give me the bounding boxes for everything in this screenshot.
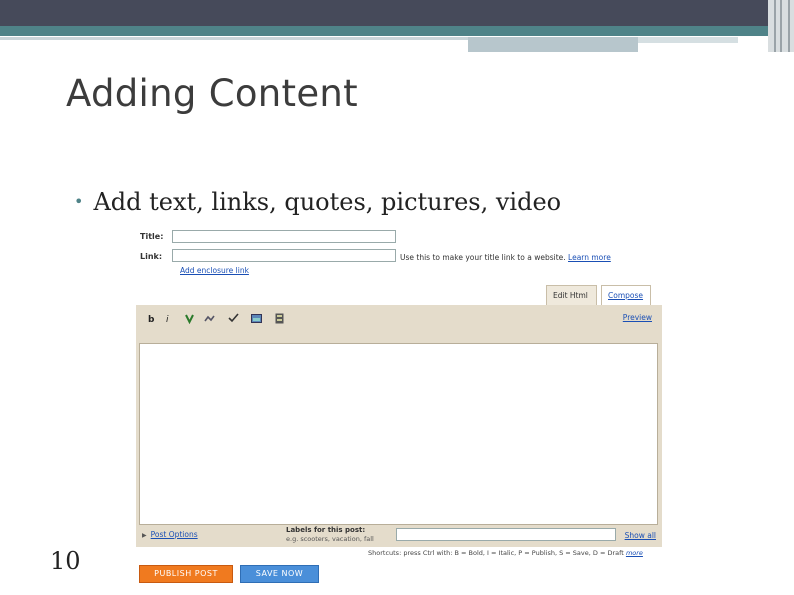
title-input[interactable] (172, 230, 396, 243)
post-body-textarea[interactable] (139, 343, 658, 525)
editor-toolbar: b i Preview (136, 305, 662, 343)
learn-more-link[interactable]: Learn more (568, 253, 611, 262)
bullet-dot-icon: • (74, 192, 84, 211)
italic-button[interactable]: i (166, 315, 169, 325)
link-hint-text: Use this to make your title link to a we… (400, 253, 566, 262)
link-input[interactable] (172, 249, 396, 262)
shortcuts-text: Shortcuts: press Ctrl with: B = Bold, I … (368, 549, 624, 557)
header-decoration (0, 0, 794, 52)
editor-frame: b i Preview ▶ Post Options Labels for thi… (136, 305, 662, 547)
slide-title: Adding Content (66, 72, 358, 115)
preview-link[interactable]: Preview (623, 313, 652, 322)
tab-compose[interactable]: Compose (601, 285, 651, 305)
header-accent-line-right (638, 37, 738, 43)
slide-number: 10 (50, 547, 81, 575)
add-enclosure-link[interactable]: Add enclosure link (180, 266, 249, 275)
save-now-button[interactable]: SAVE NOW (240, 565, 319, 583)
labels-input[interactable] (396, 528, 616, 541)
blog-editor-screenshot: Title: Link: Use this to make your title… (136, 224, 662, 586)
post-options-label: Post Options (150, 530, 198, 539)
header-dark-strip (0, 0, 794, 26)
labels-example: e.g. scooters, vacation, fall (286, 535, 374, 543)
header-accent-line (0, 37, 468, 40)
post-options-toggle[interactable]: ▶ Post Options (142, 530, 198, 539)
more-shortcuts-link[interactable]: more (626, 549, 643, 557)
show-all-link[interactable]: Show all (625, 531, 656, 540)
header-teal-strip (0, 26, 794, 36)
spellcheck-icon[interactable] (228, 313, 239, 324)
header-accent-block (468, 37, 638, 52)
editor-footer: ▶ Post Options Labels for this post: e.g.… (136, 525, 662, 547)
link-hint: Use this to make your title link to a we… (400, 253, 611, 262)
bullet-text: Add text, links, quotes, pictures, video (93, 188, 562, 216)
slide-bullet: • Add text, links, quotes, pictures, vide… (74, 188, 561, 216)
bold-button[interactable]: b (148, 315, 154, 325)
shortcuts-hint: Shortcuts: press Ctrl with: B = Bold, I … (368, 549, 643, 557)
video-icon[interactable] (274, 313, 285, 324)
link-label: Link: (140, 252, 163, 261)
header-vertical-strip (768, 0, 794, 52)
link-icon[interactable] (204, 313, 215, 324)
tab-edit-html[interactable]: Edit Html (546, 285, 597, 305)
text-color-icon[interactable] (184, 313, 195, 324)
image-icon[interactable] (251, 313, 262, 324)
labels-title: Labels for this post: (286, 526, 366, 534)
publish-post-button[interactable]: PUBLISH POST (139, 565, 233, 583)
expand-triangle-icon: ▶ (142, 532, 147, 539)
title-label: Title: (140, 232, 164, 241)
